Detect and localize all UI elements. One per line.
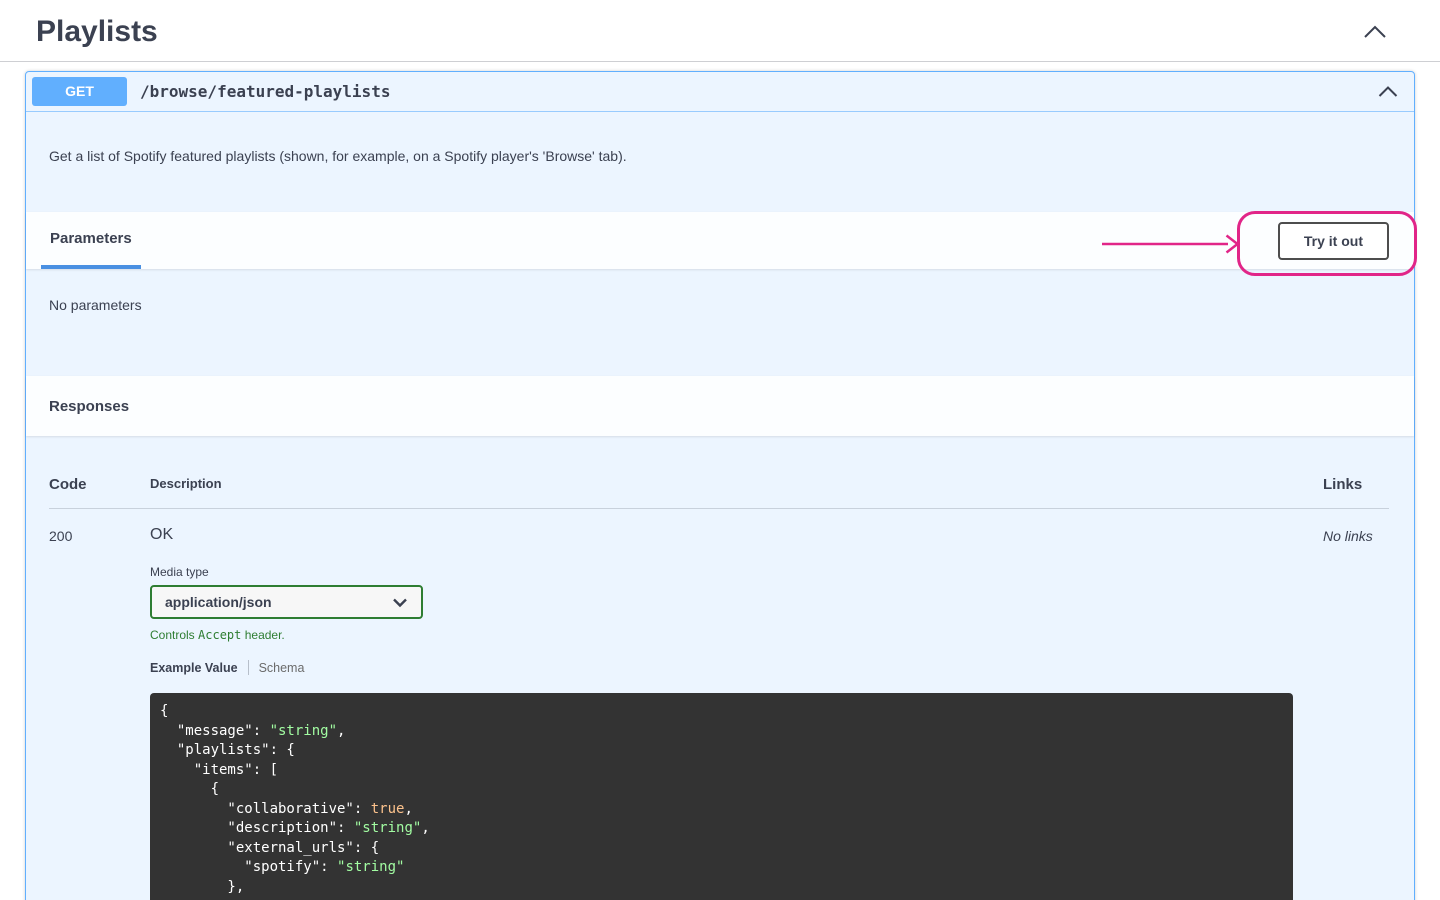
- endpoint-collapse-button[interactable]: [1377, 83, 1399, 101]
- chevron-up-icon: [1378, 85, 1398, 97]
- chevron-up-icon: [1364, 25, 1386, 38]
- accept-header-note: Controls Accept header.: [150, 628, 1323, 642]
- endpoint-block: GET /browse/featured-playlists Get a lis…: [25, 71, 1415, 900]
- no-parameters-message: No parameters: [49, 297, 142, 313]
- http-method-badge: GET: [32, 77, 127, 106]
- media-type-select[interactable]: application/json: [150, 585, 423, 619]
- response-description-cell: OK Media type application/json Controls …: [150, 526, 1323, 900]
- note-suffix: header.: [241, 628, 285, 642]
- tab-divider: [247, 660, 249, 675]
- column-header-links: Links: [1323, 476, 1363, 493]
- endpoint-body: Get a list of Spotify featured playlists…: [26, 112, 1414, 900]
- chevron-down-icon: [393, 598, 407, 607]
- section-collapse-button[interactable]: [1362, 21, 1388, 43]
- endpoint-summary[interactable]: GET /browse/featured-playlists: [26, 72, 1414, 112]
- parameters-title: Parameters: [50, 230, 132, 247]
- tab-example-value[interactable]: Example Value: [150, 661, 238, 675]
- section-header: Playlists: [0, 0, 1440, 62]
- responses-body: Code Description Links 200 OK Media type…: [26, 436, 1414, 900]
- endpoint-path: /browse/featured-playlists: [140, 82, 391, 101]
- responses-table-header: Code Description Links: [49, 476, 1389, 509]
- column-header-description: Description: [150, 476, 222, 491]
- try-it-out-button[interactable]: Try it out: [1277, 221, 1389, 260]
- parameters-header-bar: Parameters Try it out: [26, 212, 1414, 269]
- response-code: 200: [49, 528, 73, 544]
- endpoint-description: Get a list of Spotify featured playlists…: [49, 148, 627, 164]
- example-schema-tabs: Example Value Schema: [150, 660, 1323, 675]
- note-prefix: Controls: [150, 628, 199, 642]
- media-type-value: application/json: [165, 594, 272, 610]
- response-links: No links: [1323, 528, 1373, 544]
- response-description: OK: [150, 526, 174, 543]
- note-code: Accept: [198, 628, 242, 642]
- media-type-label: Media type: [150, 565, 209, 579]
- responses-header-bar: Responses: [26, 376, 1414, 436]
- swagger-page: Playlists GET /browse/featured-playlists…: [0, 0, 1440, 900]
- tab-parameters[interactable]: Parameters: [41, 212, 141, 269]
- tab-schema[interactable]: Schema: [259, 661, 305, 675]
- column-header-code: Code: [49, 476, 87, 493]
- page-title: Playlists: [36, 15, 158, 48]
- response-row: 200 OK Media type application/json Contr…: [49, 509, 1389, 900]
- responses-title: Responses: [49, 397, 130, 415]
- example-code: { "message": "string", "playlists": { "i…: [150, 693, 1293, 900]
